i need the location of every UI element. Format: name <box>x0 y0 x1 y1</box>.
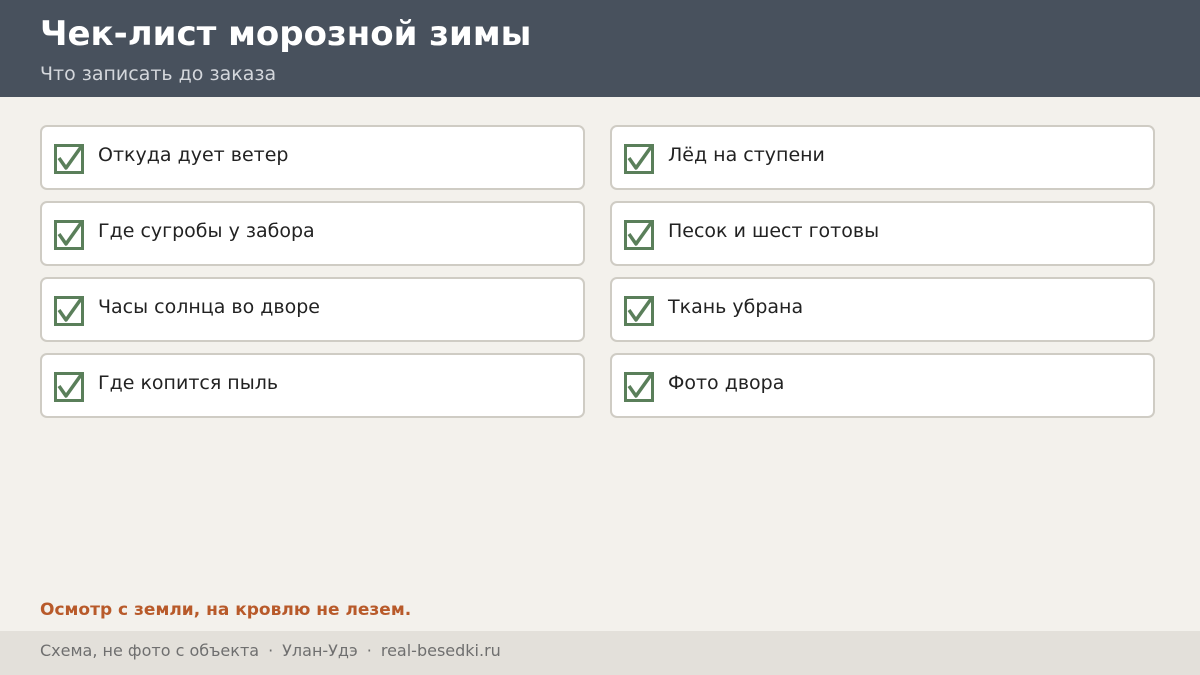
checkbox-checked-icon[interactable] <box>54 220 84 250</box>
checkbox-checked-icon[interactable] <box>54 372 84 402</box>
safety-note: Осмотр с земли, на кровлю не лезем. <box>40 600 412 620</box>
page-subtitle: Что записать до заказа <box>40 63 277 85</box>
footer: Схема, не фото с объекта · Улан-Удэ · real-b… <box>0 631 1200 675</box>
checklist-item-label: Лёд на ступени <box>668 144 825 166</box>
checklist-item-label: Часы солнца во дворе <box>98 296 320 318</box>
checklist-item-label: Откуда дует ветер <box>98 144 289 166</box>
checklist-item[interactable]: Ткань убрана <box>610 277 1155 342</box>
footer-city: Улан-Удэ <box>282 641 358 660</box>
footer-site-link[interactable]: real-besedki.ru <box>381 641 501 660</box>
footer-separator: · <box>268 641 274 660</box>
checkbox-checked-icon[interactable] <box>54 144 84 174</box>
header: Чек-лист морозной зимы Что записать до з… <box>0 0 1200 97</box>
checklist-item[interactable]: Где копится пыль <box>40 353 585 418</box>
checklist-item-label: Где сугробы у забора <box>98 220 315 242</box>
checklist-item[interactable]: Песок и шест готовы <box>610 201 1155 266</box>
checklist-item-label: Ткань убрана <box>668 296 804 318</box>
checklist-item[interactable]: Фото двора <box>610 353 1155 418</box>
footer-separator: · <box>366 641 372 660</box>
page-title: Чек-лист морозной зимы <box>40 14 532 54</box>
checkbox-checked-icon[interactable] <box>624 372 654 402</box>
checklist-item[interactable]: Лёд на ступени <box>610 125 1155 190</box>
checklist-item[interactable]: Часы солнца во дворе <box>40 277 585 342</box>
checklist-item[interactable]: Откуда дует ветер <box>40 125 585 190</box>
checklist-grid: Откуда дует ветер Лёд на ступени Где суг… <box>40 125 1155 418</box>
checkbox-checked-icon[interactable] <box>624 220 654 250</box>
footer-disclaimer: Схема, не фото с объекта <box>40 641 260 660</box>
footer-text: Схема, не фото с объекта · Улан-Удэ · real-b… <box>40 641 501 660</box>
checklist-item-label: Где копится пыль <box>98 372 279 394</box>
checkbox-checked-icon[interactable] <box>54 296 84 326</box>
checklist-item[interactable]: Где сугробы у забора <box>40 201 585 266</box>
checkbox-checked-icon[interactable] <box>624 296 654 326</box>
checkbox-checked-icon[interactable] <box>624 144 654 174</box>
checklist-item-label: Фото двора <box>668 372 785 394</box>
checklist-item-label: Песок и шест готовы <box>668 220 880 242</box>
